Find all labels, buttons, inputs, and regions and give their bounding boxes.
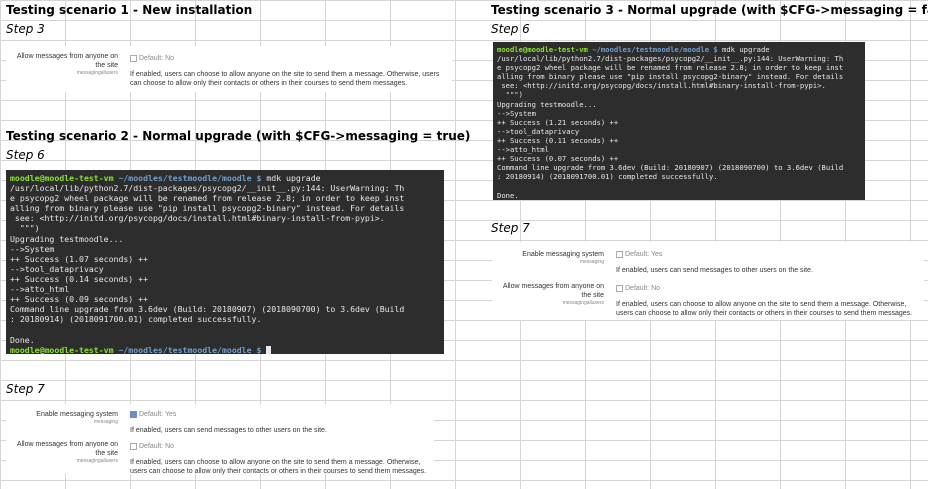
scenario3-heading: Testing scenario 3 - Normal upgrade (wit… — [491, 3, 928, 17]
terminal-line: ++ Success (0.11 seconds) ++ — [497, 135, 619, 145]
terminal-line: Command line upgrade from 3.6dev (Build:… — [10, 304, 405, 315]
terminal-output: /usr/local/lib/python2.7/dist-packages/p… — [10, 183, 440, 345]
scenario1-settings-panel: Allow messages from anyone on the site m… — [6, 46, 452, 92]
checkbox-checked-icon[interactable] — [130, 410, 137, 418]
scenario2-terminal[interactable]: moodle@moodle-test-vm ~/moodles/testmood… — [6, 170, 444, 354]
terminal-line: """) — [10, 223, 40, 234]
terminal-line: /usr/local/lib/python2.7/dist-packages/p… — [497, 54, 844, 64]
terminal-line: """) — [497, 90, 523, 100]
setting-description: If enabled, users can choose to allow an… — [616, 301, 913, 317]
scenario1-step3-label: Step 3 — [6, 22, 45, 36]
terminal-output: /usr/local/lib/python2.7/dist-packages/p… — [497, 54, 861, 200]
scenario2-step7-label: Step 7 — [6, 382, 45, 396]
terminal-line: e psycopg2 wheel package will be renamed… — [10, 193, 405, 204]
setting-label: Enable messaging system — [36, 411, 118, 418]
terminal-line: see: <http://initd.org/psycopg/docs/inst… — [10, 213, 385, 224]
scenario2-settings-panel: Enable messaging system messaging Defaul… — [6, 404, 434, 475]
scenario1-heading: Testing scenario 1 - New installation — [6, 3, 253, 17]
terminal-line: alling from binary please use "pip insta… — [497, 72, 844, 82]
setting-key: messaging — [93, 419, 118, 425]
setting-label: Allow messages from anyone on the site — [502, 283, 604, 299]
setting-allow-messages: Allow messages from anyone on the site m… — [6, 440, 434, 475]
checkbox-icon[interactable] — [616, 284, 623, 292]
terminal-line: -->System — [497, 108, 536, 118]
terminal-cursor — [266, 345, 272, 354]
terminal-line: Done. — [497, 190, 519, 200]
terminal-line: see: <http://initd.org/psycopg/docs/inst… — [497, 81, 826, 91]
setting-default[interactable]: Default: No — [130, 442, 174, 451]
setting-default[interactable]: Default: No — [616, 284, 660, 293]
terminal-line: e psycopg2 wheel package will be renamed… — [497, 63, 844, 73]
terminal-line: ++ Success (0.07 seconds) ++ — [497, 154, 619, 164]
terminal-line: -->atto_html — [497, 145, 549, 155]
setting-key: messaging — [579, 259, 604, 265]
checkbox-icon[interactable] — [616, 250, 623, 258]
scenario2-heading: Testing scenario 2 - Normal upgrade (wit… — [6, 129, 471, 143]
terminal-line: Upgrading testmoodle... — [10, 233, 124, 244]
terminal-line: ++ Success (1.07 seconds) ++ — [10, 253, 149, 264]
setting-default[interactable]: Default: No — [130, 54, 174, 63]
setting-default[interactable]: Default: Yes — [616, 250, 662, 259]
setting-label: Enable messaging system — [522, 251, 604, 258]
terminal-line: -->tool_dataprivacy — [10, 263, 104, 274]
setting-enable-messaging: Enable messaging system messaging Defaul… — [492, 250, 924, 276]
scenario3-step7-label: Step 7 — [491, 221, 530, 235]
setting-allow-messages: Allow messages from anyone on the site m… — [492, 282, 924, 318]
scenario3-settings-panel: Enable messaging system messaging Defaul… — [492, 242, 924, 320]
terminal-line: Command line upgrade from 3.6dev (Build:… — [497, 163, 844, 173]
terminal-line: -->System — [10, 243, 55, 254]
terminal-line: ++ Success (1.21 seconds) ++ — [497, 117, 619, 127]
terminal-line: Upgrading testmoodle... — [497, 99, 597, 109]
setting-default[interactable]: Default: Yes — [130, 410, 176, 419]
terminal-line: ++ Success (0.14 seconds) ++ — [10, 273, 149, 284]
terminal-line: : 20180914) (2018091700.01) completed su… — [10, 314, 262, 325]
terminal-line: alling from binary please use "pip insta… — [10, 203, 405, 214]
setting-label: Allow messages from anyone on the site — [16, 441, 118, 457]
setting-key: messagingallusers — [76, 70, 118, 76]
setting-key: messagingallusers — [76, 458, 118, 464]
scenario2-step6-label: Step 6 — [6, 148, 45, 162]
checkbox-icon[interactable] — [130, 442, 137, 450]
setting-description: If enabled, users can send messages to o… — [616, 267, 813, 274]
terminal-line: Done. — [10, 334, 35, 345]
setting-description: If enabled, users can send messages to o… — [130, 427, 327, 434]
terminal-line: /usr/local/lib/python2.7/dist-packages/p… — [10, 183, 405, 194]
terminal-line: -->tool_dataprivacy — [497, 126, 580, 136]
setting-allow-messages: Allow messages from anyone on the site m… — [6, 52, 452, 90]
scenario3-terminal[interactable]: moodle@moodle-test-vm ~/moodles/testmood… — [493, 42, 865, 200]
terminal-line: : 20180914) (2018091700.01) completed su… — [497, 172, 718, 182]
terminal-line: -->atto_html — [10, 284, 70, 295]
checkbox-icon[interactable] — [130, 54, 137, 62]
setting-label: Allow messages from anyone on the site — [16, 53, 118, 69]
setting-description: If enabled, users can choose to allow an… — [130, 459, 427, 475]
setting-enable-messaging: Enable messaging system messaging Defaul… — [6, 410, 434, 436]
setting-key: messagingallusers — [562, 300, 604, 306]
setting-description: If enabled, users can choose to allow an… — [130, 71, 440, 87]
scenario3-step6-label: Step 6 — [491, 22, 530, 36]
terminal-line: ++ Success (0.09 seconds) ++ — [10, 294, 149, 305]
